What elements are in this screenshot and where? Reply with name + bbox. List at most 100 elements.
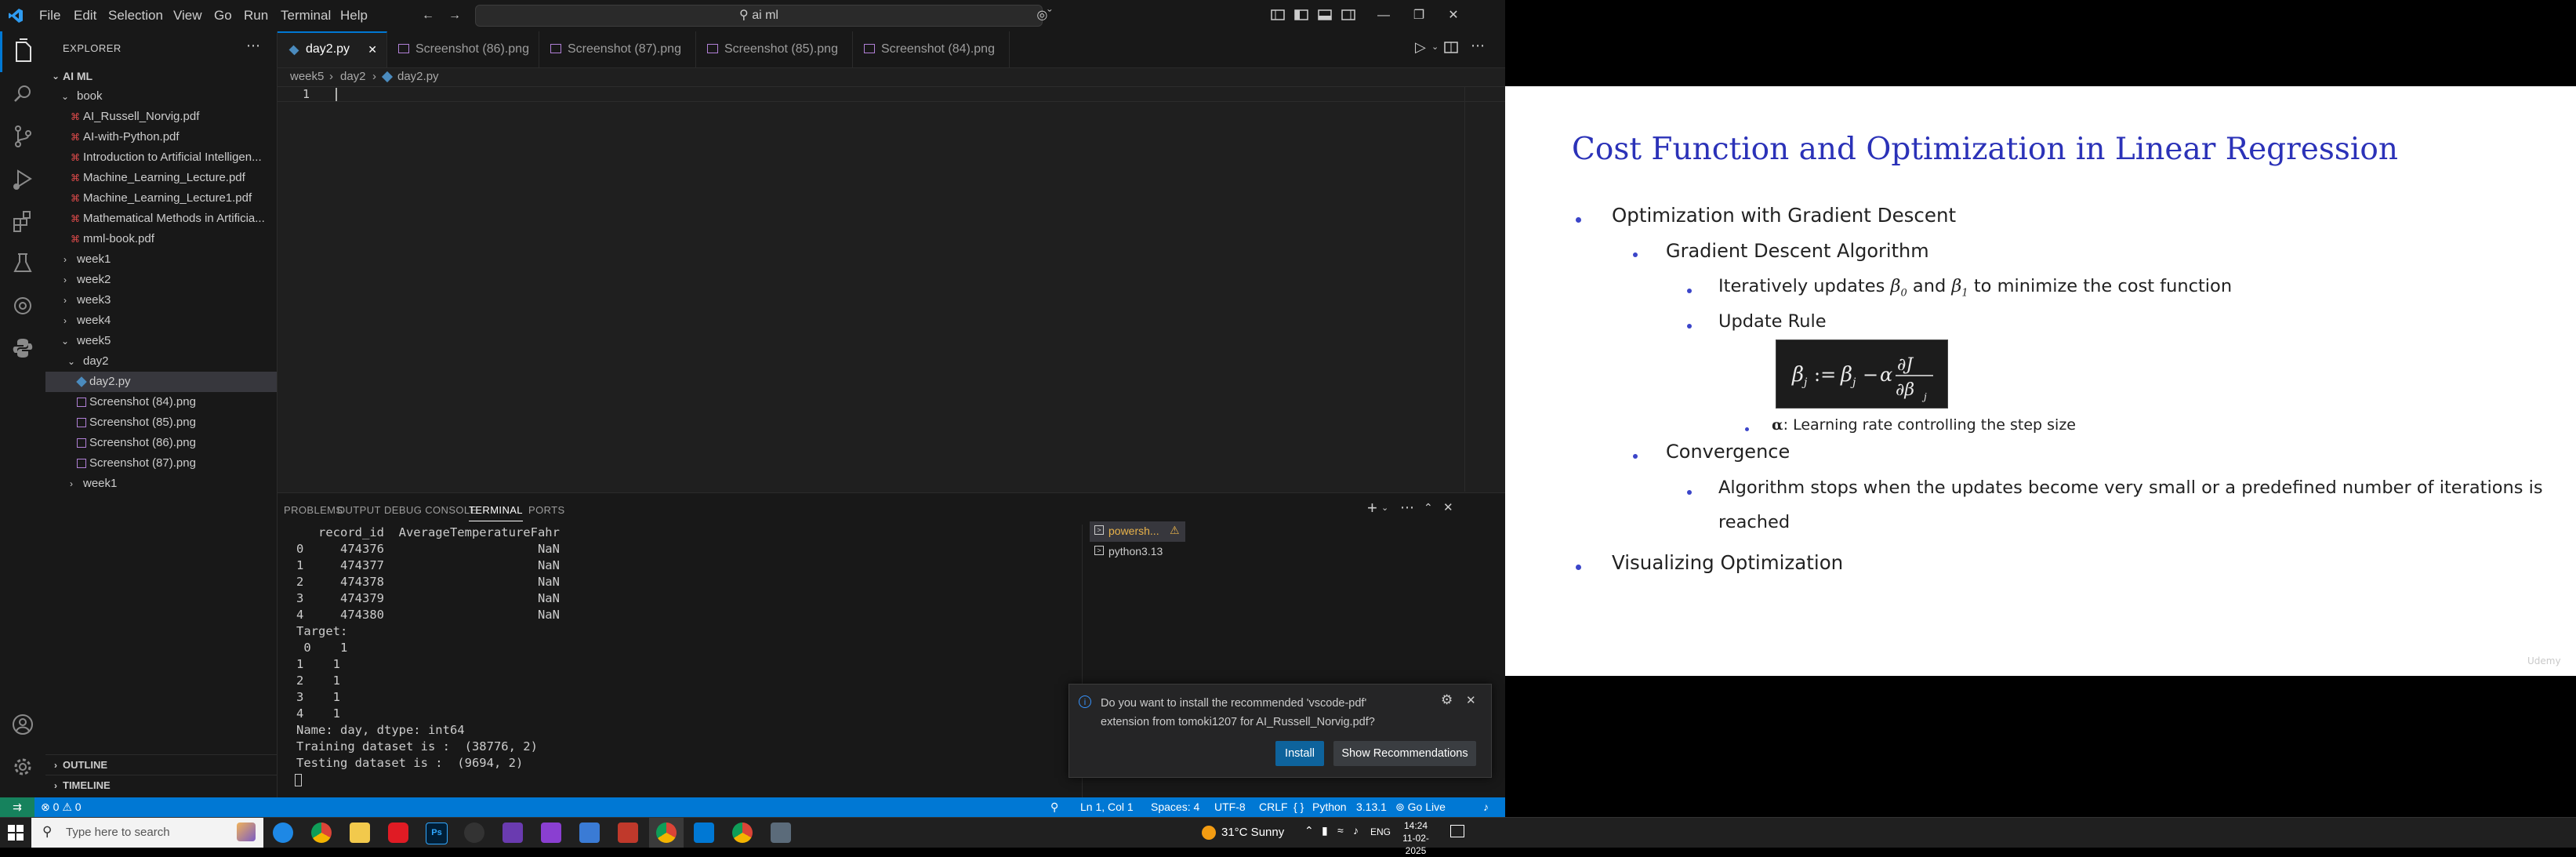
explorer-files-icon[interactable]	[7, 36, 38, 67]
tray-overflow-icon[interactable]: ⌃	[1304, 824, 1314, 837]
menu-file[interactable]: File	[39, 0, 60, 31]
wifi-icon[interactable]: ≈	[1337, 824, 1344, 837]
breadcrumb-week5[interactable]: week5	[290, 67, 324, 86]
file-item[interactable]: ⌘ AI_Russell_Norvig.pdf	[45, 107, 277, 127]
toast-close-icon[interactable]: ✕	[1466, 693, 1476, 707]
testing-flask-icon[interactable]	[7, 248, 38, 279]
timeline-section[interactable]: › TIMELINE	[45, 775, 277, 796]
problems-status[interactable]: ⊗ 0 ⚠ 0	[41, 797, 82, 817]
language-indicator[interactable]: ENG	[1370, 826, 1391, 837]
folder-week3[interactable]: › week3	[45, 290, 277, 310]
folder-week5[interactable]: ⌄ week5	[45, 331, 277, 351]
folder-week1[interactable]: › week1	[45, 474, 277, 494]
visual-studio-app-icon[interactable]	[503, 823, 523, 843]
panel-tab-problems[interactable]: PROBLEMS	[284, 504, 343, 516]
minimize-icon[interactable]: —	[1376, 8, 1391, 24]
language-mode[interactable]: Python	[1312, 797, 1347, 817]
menu-run[interactable]: Run	[244, 0, 268, 31]
editor-more-icon[interactable]: ⋯	[1471, 38, 1485, 54]
command-center-search[interactable]: ⚲ ai ml	[475, 5, 1043, 27]
terminal-session-python[interactable]: > python3.13	[1090, 542, 1185, 562]
file-item[interactable]: Screenshot (84).png	[45, 392, 277, 412]
manage-gear-icon[interactable]	[7, 751, 38, 783]
menu-edit[interactable]: Edit	[74, 0, 96, 31]
editor-tab[interactable]: Screenshot (86).png	[387, 31, 539, 67]
install-button[interactable]: Install	[1275, 741, 1324, 766]
run-debug-icon[interactable]	[7, 163, 38, 194]
back-arrow-icon[interactable]: ←	[420, 8, 436, 24]
workspace-root[interactable]: ⌄ AI ML	[45, 66, 277, 86]
close-tab-icon[interactable]: ✕	[368, 33, 377, 66]
clock[interactable]: 14:24 11-02-2025	[1392, 819, 1439, 857]
folder-week4[interactable]: › week4	[45, 310, 277, 331]
breadcrumb-day2[interactable]: day2	[340, 67, 366, 86]
encoding[interactable]: UTF-8	[1214, 797, 1246, 817]
menu-view[interactable]: View	[173, 0, 202, 31]
youtube-icon[interactable]	[388, 823, 408, 843]
end-of-line[interactable]: CRLF	[1259, 797, 1288, 817]
outline-section[interactable]: › OUTLINE	[45, 754, 277, 775]
editor-tab[interactable]: day2.py ✕	[278, 31, 387, 67]
chrome-active-icon[interactable]	[656, 823, 677, 843]
breadcrumb-file[interactable]: day2.py	[397, 67, 439, 86]
folder-week2[interactable]: › week2	[45, 270, 277, 290]
split-editor-icon[interactable]	[1444, 42, 1458, 54]
close-panel-icon[interactable]: ✕	[1443, 500, 1453, 514]
search-icon[interactable]	[7, 78, 38, 110]
remote-icon[interactable]: ⇉	[0, 797, 34, 817]
chatgpt-app-icon[interactable]	[464, 823, 484, 843]
accounts-icon[interactable]	[7, 709, 38, 740]
file-item[interactable]: ⌘ Machine_Learning_Lecture1.pdf	[45, 188, 277, 209]
run-python-file-icon[interactable]: ▷	[1415, 39, 1426, 56]
file-item[interactable]: day2.py	[45, 372, 277, 392]
notifications-bell-icon[interactable]: ♪	[1483, 797, 1489, 817]
customize-layout-icon[interactable]	[1271, 9, 1285, 21]
panel-tab-ports[interactable]: PORTS	[528, 504, 565, 516]
restore-icon[interactable]: ❐	[1411, 8, 1427, 24]
zoom-icon[interactable]: ⚲	[1050, 797, 1058, 817]
run-dropdown-chevron-icon[interactable]: ⌄	[1431, 42, 1439, 52]
copilot-icon[interactable]: ◎ˇ	[1032, 8, 1057, 24]
file-item[interactable]: ⌘ mml-book.pdf	[45, 229, 277, 249]
forward-arrow-icon[interactable]: →	[447, 8, 463, 24]
panel-more-icon[interactable]: ⋯	[1400, 499, 1414, 516]
windows-start-icon[interactable]	[8, 825, 24, 841]
file-item[interactable]: ⌘ Machine_Learning_Lecture.pdf	[45, 168, 277, 188]
python-icon[interactable]	[7, 332, 38, 364]
file-explorer-icon[interactable]	[350, 823, 370, 843]
visual-studio-icon[interactable]	[541, 823, 561, 843]
weather-text[interactable]: 31°C Sunny	[1221, 826, 1284, 839]
edge-browser-icon[interactable]	[273, 823, 293, 843]
file-item[interactable]: Screenshot (86).png	[45, 433, 277, 453]
vscode-taskbar-icon[interactable]	[694, 823, 714, 843]
battery-icon[interactable]: ▮	[1322, 824, 1328, 837]
folder-day2[interactable]: ⌄ day2	[45, 351, 277, 372]
terminal-dropdown-chevron-icon[interactable]: ⌄	[1381, 503, 1388, 513]
taskbar-search-box[interactable]: ⚲ Type here to search	[31, 818, 263, 848]
menu-go[interactable]: Go	[214, 0, 232, 31]
toast-gear-icon[interactable]: ⚙	[1441, 692, 1453, 708]
pdf-reader-icon[interactable]	[771, 823, 791, 843]
toggle-panel-icon[interactable]	[1318, 9, 1332, 21]
file-item[interactable]: ⌘ Mathematical Methods in Artificia...	[45, 209, 277, 229]
terminal-session-powershell[interactable]: > powersh... ⚠	[1090, 521, 1185, 542]
panel-tab-output[interactable]: OUTPUT	[337, 504, 381, 516]
editor-tab[interactable]: Screenshot (87).png	[539, 31, 696, 67]
cursor-position[interactable]: Ln 1, Col 1	[1080, 797, 1134, 817]
editor-tab[interactable]: Screenshot (85).png	[696, 31, 853, 67]
menu-selection[interactable]: Selection	[108, 0, 163, 31]
folder-book[interactable]: ⌄ book	[45, 86, 277, 107]
more-actions-icon[interactable]: ⋯	[246, 38, 260, 54]
indentation[interactable]: Spaces: 4	[1151, 797, 1199, 817]
menu-terminal[interactable]: Terminal	[281, 0, 331, 31]
file-item[interactable]: Screenshot (87).png	[45, 453, 277, 474]
volume-icon[interactable]: ♪	[1353, 824, 1359, 837]
git-app-icon[interactable]	[618, 823, 638, 843]
file-item[interactable]: Screenshot (85).png	[45, 412, 277, 433]
weather-sun-icon[interactable]	[1202, 826, 1216, 840]
editor-tab[interactable]: Screenshot (84).png	[853, 31, 1010, 67]
python-version[interactable]: 3.13.1	[1356, 797, 1387, 817]
source-control-icon[interactable]	[7, 121, 38, 152]
show-recommendations-button[interactable]: Show Recommendations	[1333, 741, 1476, 766]
terminal-output[interactable]: record_id AverageTemperatureFahr 0 474376…	[278, 525, 1077, 798]
